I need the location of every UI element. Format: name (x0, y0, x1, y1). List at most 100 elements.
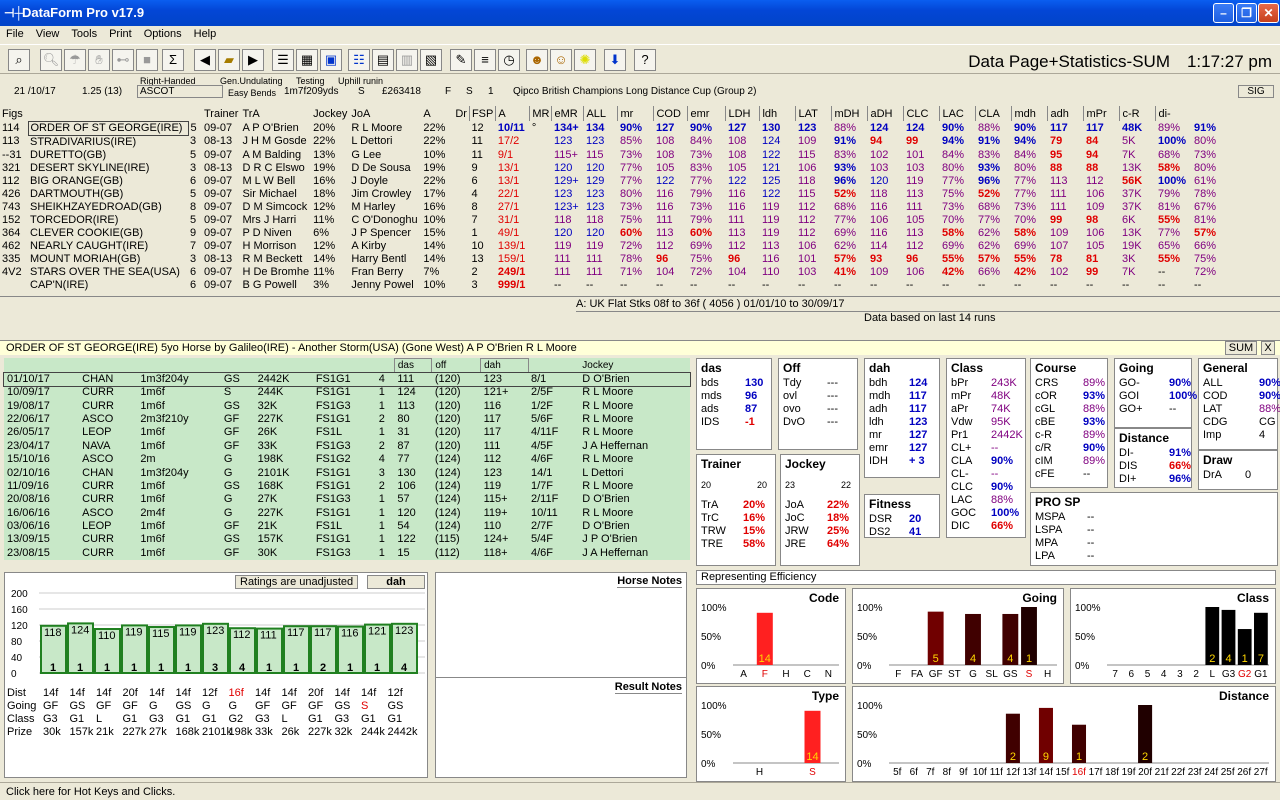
folder-icon[interactable]: ▰ (218, 49, 240, 71)
col-header[interactable]: mDH (831, 106, 868, 121)
columns-icon[interactable]: ▤ (372, 49, 394, 71)
runner-cell[interactable]: DURETTO(GB) (28, 149, 188, 162)
col-header[interactable]: A (495, 106, 530, 121)
runner-row[interactable]: 152 TORCEDOR(IRE) 5 09-07 Mrs J Harri 11% C O'… (0, 214, 1218, 227)
col-header[interactable] (188, 106, 202, 121)
menu-file[interactable]: File (0, 26, 30, 40)
col-header[interactable]: FSP (468, 106, 496, 121)
menu-tools[interactable]: Tools (65, 26, 103, 40)
form-row[interactable]: 10/09/17 CURR 1m6f S 244K FS1G1 1 124 (120) 121+ 2… (4, 386, 690, 399)
runner-cell[interactable]: DESERT SKYLINE(IRE) (28, 162, 188, 175)
help-button[interactable]: ? (634, 49, 656, 71)
runner-row[interactable]: --31 DURETTO(GB) 5 09-07 A M Balding 13% G Lee… (0, 149, 1218, 162)
col-header[interactable]: eMR (551, 106, 584, 121)
list-icon[interactable]: ☰ (272, 49, 294, 71)
col-header[interactable]: Figs (0, 106, 28, 121)
form-row[interactable]: 13/09/15 CURR 1m6f GS 157K FS1G1 1 122 (115) 124+… (4, 533, 690, 546)
link-icon[interactable]: ⊷ (112, 49, 134, 71)
col-header[interactable]: Dr (453, 106, 469, 121)
form-row[interactable]: 11/09/16 CURR 1m6f GS 168K FS1G1 2 106 (124) 119 1… (4, 480, 690, 493)
close-horse-button[interactable]: X (1261, 341, 1275, 355)
runner-cell[interactable]: STARS OVER THE SEA(USA) (28, 266, 188, 279)
runner-cell[interactable]: SHEIKHZAYEDROAD(GB) (28, 201, 188, 214)
runner-cell[interactable]: DARTMOUTH(GB) (28, 188, 188, 201)
col-header[interactable]: CLC (903, 106, 940, 121)
col-header[interactable]: mr (617, 106, 654, 121)
table-icon[interactable]: ▧ (420, 49, 442, 71)
col-header[interactable]: CLA (975, 106, 1012, 121)
status-bar[interactable]: Click here for Hot Keys and Clicks. (0, 782, 1280, 800)
runner-row[interactable]: 426 DARTMOUTH(GB) 5 09-07 Sir Michael 18% Jim … (0, 188, 1218, 201)
close-button[interactable]: ✕ (1258, 3, 1279, 23)
bars-icon[interactable]: ▥ (396, 49, 418, 71)
horse-notes-label[interactable]: Horse Notes (617, 575, 682, 588)
col-header[interactable]: A (421, 106, 453, 121)
col-header[interactable]: aDH (867, 106, 904, 121)
blank-icon[interactable]: ■ (136, 49, 158, 71)
menu-print[interactable]: Print (103, 26, 138, 40)
col-header[interactable] (28, 106, 188, 121)
binoculars-icon[interactable]: ⌕ (8, 49, 30, 71)
form-row[interactable]: 19/08/17 CURR 1m6f GS 32K FS1G3 1 113 (120) 116 1/… (4, 399, 690, 412)
prev-icon[interactable]: ◀ (194, 49, 216, 71)
form-row[interactable]: 20/08/16 CURR 1m6f G 27K FS1G3 1 57 (124) 115+ 2/1… (4, 493, 690, 506)
col-header[interactable]: emr (687, 106, 726, 121)
down-arrow-icon[interactable]: ⬇ (604, 49, 626, 71)
col-header[interactable]: ldh (759, 106, 796, 121)
runner-row[interactable]: 462 NEARLY CAUGHT(IRE) 7 09-07 H Morrison 12%… (0, 240, 1218, 253)
runner-row[interactable]: CAP'N(IRE) 6 09-07 B G Powell 3% Jenny Powel 1… (0, 279, 1218, 292)
minimize-button[interactable]: – (1213, 3, 1234, 23)
col-header[interactable]: COD (653, 106, 688, 121)
col-header[interactable]: mPr (1083, 106, 1120, 121)
runner-cell[interactable]: MOUNT MORIAH(GB) (28, 253, 188, 266)
col-header[interactable]: Trainer (202, 106, 240, 121)
form-row[interactable]: 03/06/16 LEOP 1m6f GF 21K FS1L 1 54 (124) 110 2/7F… (4, 520, 690, 533)
hand-icon[interactable]: ✋︎ (88, 49, 110, 71)
runner-row[interactable]: 4V2 STARS OVER THE SEA(USA) 6 09-07 H De Bro… (0, 266, 1218, 279)
form-row[interactable]: 22/06/17 ASCO 2m3f210y GF 227K FS1G1 2 80 (120) 1… (4, 413, 690, 426)
umbrella-icon[interactable]: ☂ (64, 49, 86, 71)
runner-cell[interactable]: BIG ORANGE(GB) (28, 175, 188, 188)
form-row[interactable]: 23/04/17 NAVA 1m6f GF 33K FS1G3 2 87 (120) 111 4/5… (4, 440, 690, 453)
grid-icon[interactable]: ▦ (296, 49, 318, 71)
people-icon[interactable]: ☺ (550, 49, 572, 71)
menu-view[interactable]: View (30, 26, 66, 40)
col-header[interactable]: LAT (795, 106, 832, 121)
form-row[interactable]: 01/10/17 CHAN 1m3f204y GS 2442K FS1G1 4 111 (120… (3, 371, 691, 387)
col-header[interactable]: di- (1155, 106, 1192, 121)
runner-cell[interactable]: TORCEDOR(IRE) (28, 214, 188, 227)
col-header[interactable]: ALL (583, 106, 618, 121)
split-icon[interactable]: ☷ (348, 49, 370, 71)
stopwatch-icon[interactable]: ◷ (498, 49, 520, 71)
col-header[interactable]: LDH (725, 106, 760, 121)
maximize-button[interactable]: ❐ (1236, 3, 1257, 23)
col-header[interactable]: LAC (939, 106, 976, 121)
form-row[interactable]: 15/10/16 ASCO 2m G 198K FS1G2 4 77 (124) 112 4/6F R… (4, 453, 690, 466)
runner-cell[interactable]: CAP'N(IRE) (28, 279, 188, 292)
runner-row[interactable]: 114 ORDER OF ST GEORGE(IRE) 5 09-07 A P O'Br… (0, 120, 1218, 136)
runner-row[interactable]: 112 BIG ORANGE(GB) 6 09-07 M L W Bell 16% J Do… (0, 175, 1218, 188)
col-header[interactable]: MR (529, 106, 552, 121)
numbered-list-icon[interactable]: ≡ (474, 49, 496, 71)
col-header[interactable]: c-R (1119, 106, 1156, 121)
course-select[interactable]: ASCOT (137, 85, 223, 98)
col-header[interactable]: adh (1047, 106, 1084, 121)
runner-row[interactable]: 113 STRADIVARIUS(IRE) 3 08-13 J H M Gosde 22%… (0, 135, 1218, 149)
person-icon[interactable]: ☻ (526, 49, 548, 71)
runner-row[interactable]: 321 DESERT SKYLINE(IRE) 3 08-13 D R C Elswo 1… (0, 162, 1218, 175)
runner-cell[interactable]: ORDER OF ST GEORGE(IRE) (27, 120, 189, 136)
runner-cell[interactable]: STRADIVARIUS(IRE) (28, 135, 188, 149)
runner-cell[interactable]: NEARLY CAUGHT(IRE) (28, 240, 188, 253)
col-header[interactable]: JoA (349, 106, 421, 121)
form-row[interactable]: 16/06/16 ASCO 2m4f G 227K FS1G1 1 120 (124) 119+ 1… (4, 507, 690, 520)
col-header[interactable]: mdh (1011, 106, 1048, 121)
menu-options[interactable]: Options (138, 26, 188, 40)
sum-button[interactable]: Σ (162, 49, 184, 71)
chart-icon[interactable]: ▣ (320, 49, 342, 71)
result-notes-label[interactable]: Result Notes (614, 681, 682, 694)
runner-row[interactable]: 743 SHEIKHZAYEDROAD(GB) 8 09-07 D M Simcock 1… (0, 201, 1218, 214)
form-row[interactable]: 26/05/17 LEOP 1m6f GF 26K FS1L 1 31 (120) 117 4/11… (4, 426, 690, 439)
runner-row[interactable]: 364 CLEVER COOKIE(GB) 9 09-07 P D Niven 6% J P… (0, 227, 1218, 240)
menu-help[interactable]: Help (188, 26, 223, 40)
sum-tab[interactable]: SUM (1225, 341, 1257, 355)
